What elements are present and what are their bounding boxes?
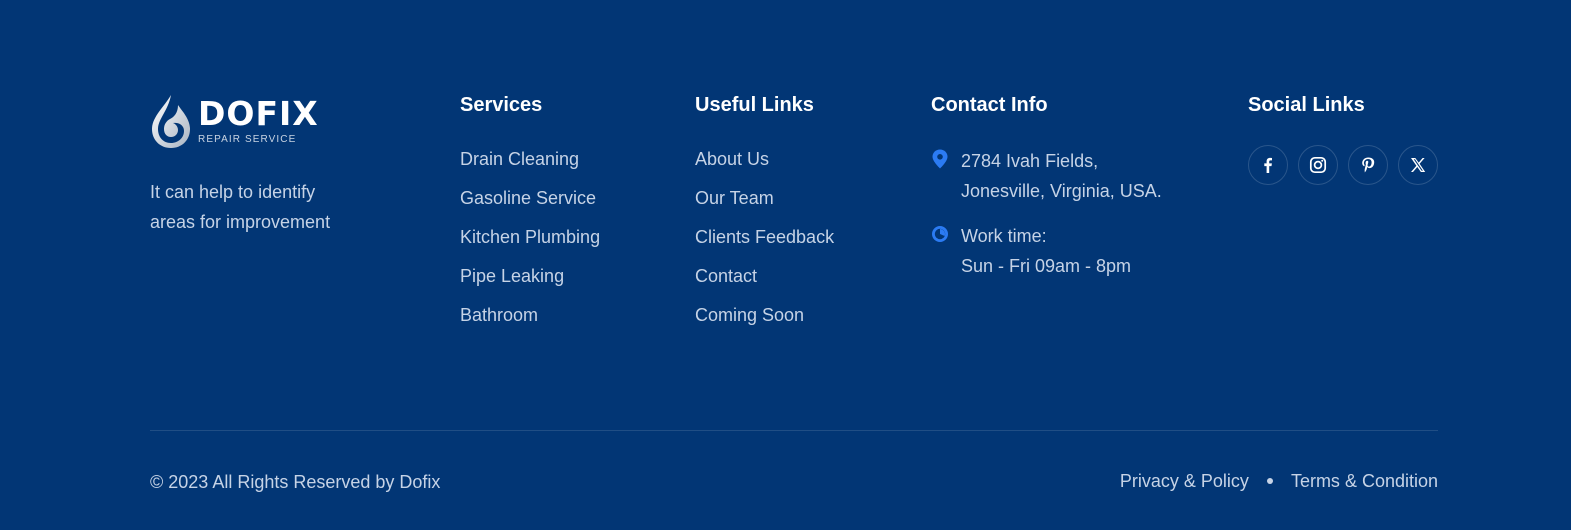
- list-item: Coming Soon: [695, 304, 834, 343]
- services-link[interactable]: Bathroom: [460, 305, 538, 325]
- list-item: Our Team: [695, 187, 834, 226]
- x-twitter-icon: [1411, 158, 1426, 172]
- facebook-icon: [1264, 157, 1272, 173]
- useful-link[interactable]: Our Team: [695, 188, 774, 208]
- brand-logo[interactable]: DOFIX REPAIR SERVICE: [150, 93, 410, 149]
- services-title: Services: [460, 94, 543, 116]
- list-item: About Us: [695, 148, 834, 187]
- list-item: Gasoline Service: [460, 187, 600, 226]
- useful-link[interactable]: About Us: [695, 149, 769, 169]
- water-drop-logo-icon: [152, 95, 190, 148]
- facebook-button[interactable]: [1248, 145, 1288, 185]
- list-item: Contact: [695, 265, 834, 304]
- pinterest-button[interactable]: [1348, 145, 1388, 185]
- address-line-2: Jonesville, Virginia, USA.: [961, 181, 1162, 201]
- footer-brand: DOFIX REPAIR SERVICE It can help to iden…: [150, 93, 410, 237]
- services-link[interactable]: Gasoline Service: [460, 188, 596, 208]
- useful-links-title: Useful Links: [695, 94, 814, 116]
- list-item: Kitchen Plumbing: [460, 226, 600, 265]
- terms-condition-link[interactable]: Terms & Condition: [1291, 470, 1438, 492]
- social-links-title: Social Links: [1248, 94, 1365, 116]
- useful-link[interactable]: Clients Feedback: [695, 227, 834, 247]
- legal-links: Privacy & Policy Terms & Condition: [1120, 470, 1438, 492]
- services-column: Services Drain Cleaning Gasoline Service…: [460, 93, 600, 343]
- social-icons-row: [1248, 145, 1438, 185]
- list-item: Drain Cleaning: [460, 148, 600, 187]
- contact-address: 2784 Ivah Fields, Jonesville, Virginia, …: [931, 146, 1221, 206]
- brand-tagline: REPAIR SERVICE: [198, 134, 297, 145]
- copyright-text: © 2023 All Rights Reserved by Dofix: [150, 472, 441, 492]
- useful-links-column: Useful Links About Us Our Team Clients F…: [695, 93, 834, 343]
- instagram-icon: [1309, 156, 1327, 174]
- useful-link[interactable]: Contact: [695, 266, 757, 286]
- services-list: Drain Cleaning Gasoline Service Kitchen …: [460, 148, 600, 343]
- list-item: Pipe Leaking: [460, 265, 600, 304]
- services-link[interactable]: Drain Cleaning: [460, 149, 579, 169]
- privacy-policy-link[interactable]: Privacy & Policy: [1120, 470, 1249, 492]
- clock-icon: [932, 226, 948, 242]
- work-time-hours: Sun - Fri 09am - 8pm: [961, 256, 1132, 276]
- services-link[interactable]: Kitchen Plumbing: [460, 227, 600, 247]
- instagram-button[interactable]: [1298, 145, 1338, 185]
- site-footer: DOFIX REPAIR SERVICE It can help to iden…: [0, 0, 1571, 530]
- address-line-1: 2784 Ivah Fields,: [961, 151, 1099, 171]
- services-link[interactable]: Pipe Leaking: [460, 266, 564, 286]
- contact-work-time: Work time: Sun - Fri 09am - 8pm: [931, 221, 1221, 281]
- contact-info-column: Contact Info 2784 Ivah Fields, Jonesvill…: [931, 93, 1221, 281]
- contact-info-title: Contact Info: [931, 94, 1048, 116]
- work-time-label: Work time:: [961, 226, 1047, 246]
- brand-description: It can help to identify areas for improv…: [150, 182, 331, 232]
- social-links-column: Social Links: [1248, 93, 1438, 185]
- list-item: Clients Feedback: [695, 226, 834, 265]
- x-twitter-button[interactable]: [1398, 145, 1438, 185]
- location-pin-icon: [932, 149, 948, 169]
- pinterest-icon: [1362, 157, 1375, 173]
- useful-link[interactable]: Coming Soon: [695, 305, 804, 325]
- brand-name: DOFIX: [198, 94, 319, 133]
- useful-links-list: About Us Our Team Clients Feedback Conta…: [695, 148, 834, 343]
- list-item: Bathroom: [460, 304, 600, 343]
- separator-dot: [1266, 478, 1273, 484]
- footer-divider: [150, 430, 1438, 431]
